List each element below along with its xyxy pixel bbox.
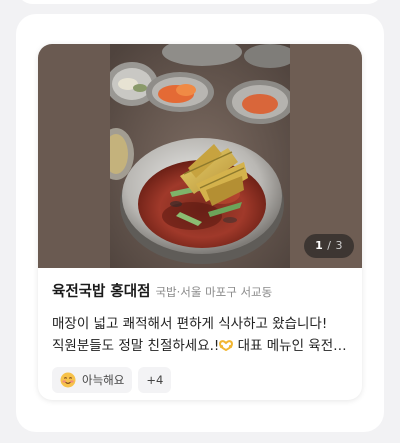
photo-carousel[interactable]: 1 / 3 (38, 44, 362, 268)
smiling-face-icon (60, 372, 76, 388)
previous-card-edge (16, 0, 384, 4)
page-current: 1 (315, 239, 324, 252)
title-row: 육전국밥 홍대점 국밥 · 서울 마포구 서교동 (52, 280, 352, 301)
review-line-1: 매장이 넓고 쾌적해서 편하게 식사하고 왔습니다! (52, 316, 328, 332)
restaurant-category: 국밥 (155, 285, 177, 299)
review-line-2-end: 대표 메뉴인 육전국밥도 맛있었어요 (237, 338, 350, 354)
review-text[interactable]: 매장이 넓고 쾌적해서 편하게 식사하고 왔습니다! 직원분들도 정말 친절하세… (52, 313, 350, 357)
review-line-2-start: 직원분들도 정말 친절하세요.! (52, 338, 220, 354)
page-total: 3 (335, 239, 343, 252)
restaurant-name[interactable]: 육전국밥 홍대점 (52, 280, 150, 301)
restaurant-info: 육전국밥 홍대점 국밥 · 서울 마포구 서교동 매장이 넓고 쾌적해서 편하게… (52, 280, 352, 393)
restaurant-review-card[interactable]: 1 / 3 육전국밥 홍대점 국밥 · 서울 마포구 서교동 매장이 넓고 쾌적… (38, 44, 362, 400)
heart-hands-icon (219, 340, 234, 351)
feed-card: 1 / 3 육전국밥 홍대점 국밥 · 서울 마포구 서교동 매장이 넓고 쾌적… (16, 14, 384, 432)
photo-page-indicator: 1 / 3 (304, 234, 354, 258)
page-separator: / (327, 239, 332, 252)
restaurant-location: 서울 마포구 서교동 (180, 285, 273, 299)
photo-background-left (38, 44, 110, 268)
more-tags-button[interactable]: +4 (138, 367, 172, 393)
tag-cozy-label: 아늑해요 (82, 373, 125, 387)
review-tags: 아늑해요 +4 (52, 367, 352, 393)
more-tags-label: +4 (146, 373, 164, 387)
tag-cozy[interactable]: 아늑해요 (52, 367, 133, 393)
review-line-2: 직원분들도 정말 친절하세요.! 대표 메뉴인 육전국밥도 맛있었어요 (52, 335, 350, 357)
food-photo (110, 44, 290, 268)
